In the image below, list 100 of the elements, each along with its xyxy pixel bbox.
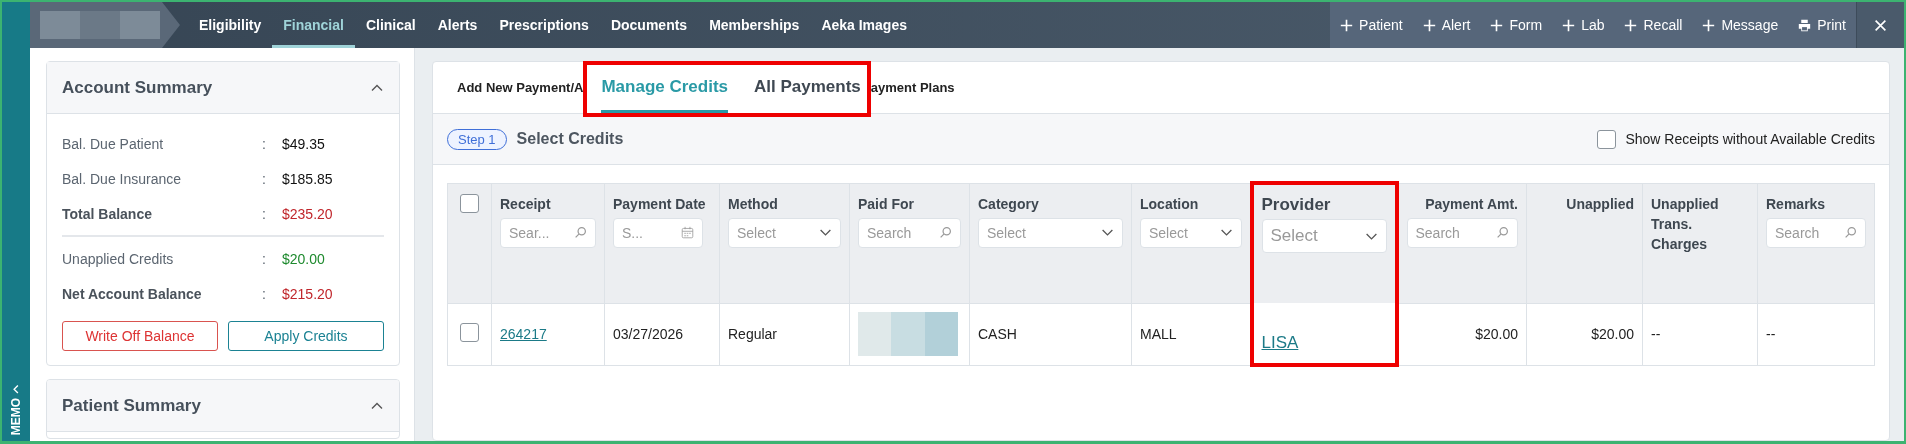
column-header: Method <box>728 194 779 214</box>
summary-label: Unapplied Credits <box>62 250 175 267</box>
memo-label: MEMO <box>9 397 23 435</box>
add-button[interactable]: Lab <box>1552 2 1615 48</box>
step-title: Select Credits <box>516 130 624 148</box>
checkbox[interactable] <box>460 323 479 342</box>
placeholder-text: S... <box>622 224 643 241</box>
date-field[interactable]: S... <box>613 217 703 248</box>
select-dropdown[interactable]: Select <box>1140 217 1242 248</box>
placeholder-text: Search <box>1415 224 1460 241</box>
payment-tab[interactable]: Manage Credits <box>601 64 728 113</box>
cell-text: CASH <box>978 326 1017 342</box>
column-header: Paid For <box>858 194 915 214</box>
placeholder-text: Sear... <box>509 224 550 241</box>
summary-value: $185.85 <box>282 170 334 187</box>
checkbox[interactable] <box>460 193 479 213</box>
calendar-icon <box>681 226 694 239</box>
summary-value: $49.35 <box>282 135 326 152</box>
close-button[interactable] <box>1856 2 1904 48</box>
add-button[interactable]: Form <box>1480 2 1553 48</box>
column-header: Location <box>1140 194 1200 214</box>
nav-tab[interactable]: Eligibility <box>188 2 273 48</box>
add-button[interactable]: Alert <box>1412 2 1481 48</box>
plus-icon <box>1562 18 1576 32</box>
column-header: Unapplied Trans. Charges <box>1651 194 1720 254</box>
memo-strip[interactable]: MEMO <box>2 2 30 441</box>
card-title: Account Summary <box>62 77 213 98</box>
close-icon <box>1874 18 1887 32</box>
nav-tab[interactable]: Memberships <box>698 2 811 48</box>
add-button[interactable]: Recall <box>1614 2 1693 48</box>
search-field[interactable]: Search <box>1406 217 1518 248</box>
nav-tab[interactable]: Documents <box>599 2 699 48</box>
search-icon <box>1496 226 1509 239</box>
placeholder-text: Select <box>737 224 776 241</box>
summary-label: Total Balance <box>62 205 153 222</box>
summary-label: Bal. Due Insurance <box>62 170 183 187</box>
nav-tab[interactable]: Clinical <box>354 2 427 48</box>
plus-icon <box>1340 18 1354 32</box>
column-header: Unapplied <box>1565 194 1634 214</box>
summary-label: Net Account Balance <box>62 285 203 302</box>
receipt-link[interactable]: 264217 <box>500 326 547 342</box>
apply-button[interactable]: Apply Credits <box>228 321 384 351</box>
add-button[interactable]: Patient <box>1330 2 1413 48</box>
plus-icon <box>1422 18 1436 32</box>
placeholder-text: Select <box>1149 224 1188 241</box>
column-header: Payment Date <box>613 194 707 214</box>
placeholder-text: Search <box>1775 224 1820 241</box>
card-title: Patient Summary <box>62 395 201 416</box>
placeholder-text: Search <box>867 224 912 241</box>
placeholder-text: Select <box>987 224 1026 241</box>
column-header: Payment Amt. <box>1424 194 1518 214</box>
column-header: Category <box>978 194 1040 214</box>
cell-text: 03/27/2026 <box>613 326 684 342</box>
collapse-chevron-icon[interactable] <box>370 400 384 411</box>
nav-tab[interactable]: Financial <box>272 2 355 48</box>
payment-tab[interactable]: All Payments <box>754 64 861 113</box>
summary-value: $235.20 <box>282 205 334 222</box>
nav-tab[interactable]: Alerts <box>426 2 489 48</box>
checkbox-label: Show Receipts without Available Credits <box>1625 131 1875 147</box>
colon-separator: : <box>262 170 267 187</box>
add-button[interactable]: Message <box>1692 2 1789 48</box>
payment-tab[interactable]: Add New Payment/A <box>457 62 584 113</box>
placeholder-text: Select <box>1270 226 1318 246</box>
receipt-link[interactable]: LISA <box>1261 333 1299 352</box>
collapse-chevron-icon[interactable] <box>370 82 384 93</box>
search-icon <box>1844 226 1857 239</box>
cell-text: Regular <box>728 326 778 342</box>
colon-separator: : <box>262 250 267 267</box>
step-badge: Step 1 <box>447 128 507 150</box>
cell-text: -- <box>1651 326 1661 342</box>
colon-separator: : <box>262 135 267 152</box>
checkbox[interactable] <box>1597 129 1617 149</box>
summary-value: $215.20 <box>282 285 334 302</box>
summary-value: $20.00 <box>282 250 326 267</box>
nav-tab[interactable]: Prescriptions <box>488 2 600 48</box>
nav-tab[interactable]: Aeka Images <box>810 2 918 48</box>
plus-icon <box>1490 18 1504 32</box>
cell-text: -- <box>1766 326 1776 342</box>
search-icon <box>574 226 587 239</box>
cell-text: $20.00 <box>1591 326 1634 342</box>
search-icon <box>939 226 952 239</box>
cell-text: $20.00 <box>1475 326 1518 342</box>
column-header: Remarks <box>1766 194 1827 214</box>
cell-text: MALL <box>1140 326 1177 342</box>
search-field[interactable]: Search <box>1766 217 1866 248</box>
colon-separator: : <box>262 285 267 302</box>
column-header: Receipt <box>500 194 552 214</box>
write-off-button[interactable]: Write Off Balance <box>62 321 218 351</box>
search-field[interactable]: Search <box>858 217 961 248</box>
print-button[interactable]: Print <box>1788 2 1856 48</box>
printer-icon <box>1798 18 1812 32</box>
select-dropdown[interactable]: Select <box>978 217 1123 248</box>
select-dropdown[interactable]: Select <box>728 217 841 248</box>
payment-tab[interactable]: ayment Plans <box>870 62 955 113</box>
plus-icon <box>1624 18 1638 32</box>
colon-separator: : <box>262 205 267 222</box>
select-dropdown[interactable]: Select <box>1261 219 1387 253</box>
plus-icon <box>1702 18 1716 32</box>
summary-label: Bal. Due Patient <box>62 135 165 152</box>
column-header: Provider <box>1261 195 1332 215</box>
